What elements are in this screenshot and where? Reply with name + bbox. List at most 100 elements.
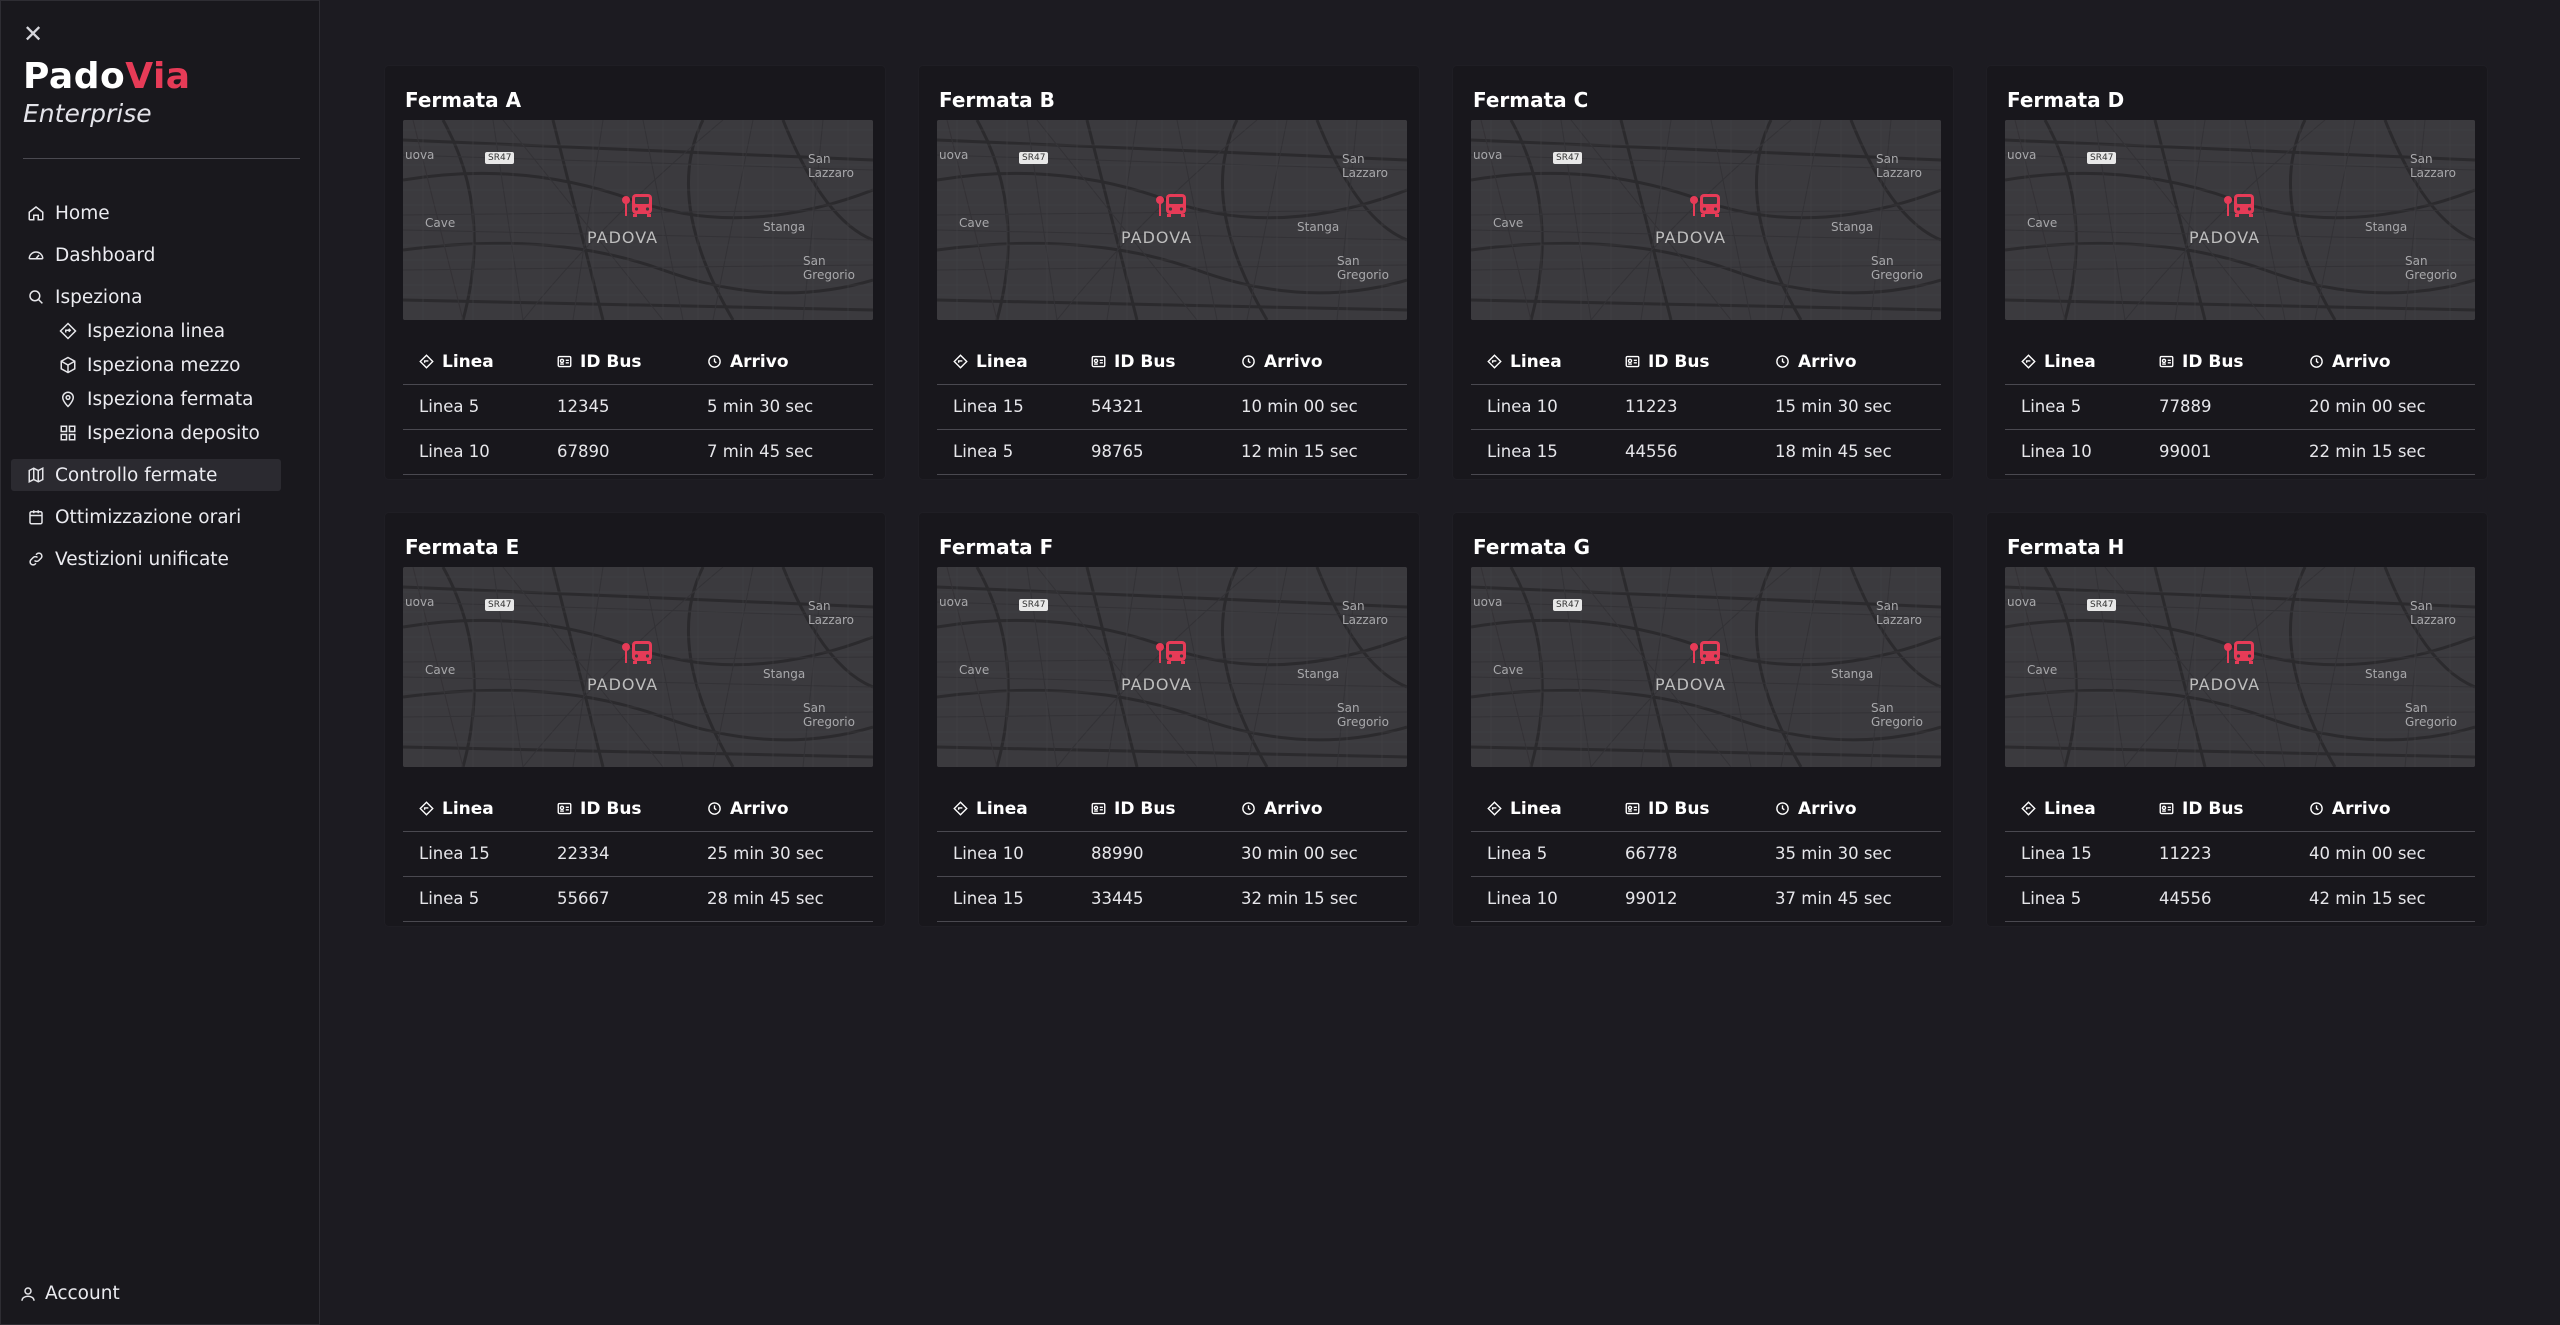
- cell-linea: Linea 5: [403, 384, 541, 430]
- sidebar-item-ispeziona-deposito[interactable]: Ispeziona deposito: [11, 417, 281, 449]
- cell-arrivo: 18 min 45 sec: [1759, 429, 1941, 475]
- sidebar-item-label: Ispeziona mezzo: [87, 354, 241, 376]
- stop-card: Fermata H uova SR47 Cave PADOVA Stanga S…: [1987, 513, 2487, 926]
- sidebar-item-vestizioni-unificate[interactable]: Vestizioni unificate: [11, 543, 281, 575]
- table-row: Linea 10 67890 7 min 45 sec: [403, 429, 873, 475]
- column-header-id-bus: ID Bus: [1075, 340, 1225, 385]
- table-header-row: Linea ID Bus Arrivo: [2005, 340, 2475, 385]
- cell-id-bus: 11223: [2143, 831, 2293, 877]
- close-icon[interactable]: ✕: [23, 22, 45, 46]
- sidebar-item-ispeziona-mezzo[interactable]: Ispeziona mezzo: [11, 349, 281, 381]
- column-header-id-bus: ID Bus: [1609, 340, 1759, 385]
- map-label-san-lazzaro: San Lazzaro: [808, 152, 855, 180]
- sidebar-item-ispeziona[interactable]: Ispeziona: [11, 281, 281, 313]
- clock-icon: [707, 801, 722, 816]
- column-header-label: Linea: [2044, 798, 2096, 819]
- map-label-san-gregorio: San Gregorio: [2405, 254, 2457, 282]
- sidebar-item-home[interactable]: Home: [11, 197, 281, 229]
- sidebar-item-controllo-fermate[interactable]: Controllo fermate: [11, 459, 281, 491]
- id-card-icon: [1625, 354, 1640, 369]
- column-header-id-bus: ID Bus: [2143, 787, 2293, 832]
- column-header-label: Linea: [442, 351, 494, 372]
- stop-card-title: Fermata B: [939, 88, 1055, 112]
- cell-id-bus: 44556: [1609, 429, 1759, 475]
- map-label-cave: Cave: [959, 663, 990, 677]
- cell-arrivo: 42 min 15 sec: [2293, 876, 2475, 922]
- table-row: Linea 10 99012 37 min 45 sec: [1471, 876, 1941, 922]
- map-road-sr47: SR47: [1019, 152, 1049, 164]
- map-label-stanga: Stanga: [1831, 667, 1874, 681]
- cell-arrivo: 37 min 45 sec: [1759, 876, 1941, 922]
- map-city-label: PADOVA: [587, 228, 659, 247]
- bus-stop-icon[interactable]: [1155, 639, 1189, 665]
- sidebar-item-dashboard[interactable]: Dashboard: [11, 239, 281, 271]
- stop-map[interactable]: uova SR47 Cave PADOVA Stanga San Lazzaro…: [1471, 567, 1941, 767]
- id-card-icon: [1091, 354, 1106, 369]
- table-header-row: Linea ID Bus Arrivo: [1471, 787, 1941, 832]
- stops-grid: Fermata A uova SR47 Cave PADOVA Stanga S…: [385, 66, 2495, 926]
- cell-linea: Linea 5: [2005, 876, 2143, 922]
- cell-id-bus: 11223: [1609, 384, 1759, 430]
- table-row: Linea 5 66778 35 min 30 sec: [1471, 831, 1941, 877]
- sidebar-item-label: Dashboard: [55, 244, 156, 266]
- stop-card: Fermata D uova SR47 Cave PADOVA Stanga S…: [1987, 66, 2487, 479]
- bus-stop-icon[interactable]: [2223, 639, 2257, 665]
- stop-map[interactable]: uova SR47 Cave PADOVA Stanga San Lazzaro…: [403, 567, 873, 767]
- cell-arrivo: 15 min 30 sec: [1759, 384, 1941, 430]
- stop-map[interactable]: uova SR47 Cave PADOVA Stanga San Lazzaro…: [403, 120, 873, 320]
- map-label-san-lazzaro: San Lazzaro: [2410, 152, 2457, 180]
- stop-card-title: Fermata H: [2007, 535, 2125, 559]
- column-header-linea: Linea: [937, 787, 1075, 832]
- cell-id-bus: 67890: [541, 429, 691, 475]
- id-card-icon: [2159, 801, 2174, 816]
- column-header-arrivo: Arrivo: [1759, 787, 1941, 832]
- cell-arrivo: 12 min 15 sec: [1225, 429, 1407, 475]
- map-label-cave: Cave: [2027, 663, 2058, 677]
- stop-map[interactable]: uova SR47 Cave PADOVA Stanga San Lazzaro…: [2005, 567, 2475, 767]
- map-label-san-lazzaro: San Lazzaro: [808, 599, 855, 627]
- table-row: Linea 10 11223 15 min 30 sec: [1471, 384, 1941, 430]
- cell-linea: Linea 15: [1471, 429, 1609, 475]
- map-label-nuova: uova: [2007, 595, 2037, 609]
- id-card-icon: [557, 801, 572, 816]
- column-header-linea: Linea: [403, 787, 541, 832]
- stop-map[interactable]: uova SR47 Cave PADOVA Stanga San Lazzaro…: [1471, 120, 1941, 320]
- bus-stop-icon[interactable]: [2223, 192, 2257, 218]
- stop-map[interactable]: uova SR47 Cave PADOVA Stanga San Lazzaro…: [2005, 120, 2475, 320]
- sidebar-item-ottimizzazione-orari[interactable]: Ottimizzazione orari: [11, 501, 281, 533]
- map-label-cave: Cave: [959, 216, 990, 230]
- arrivals-table: Linea ID Bus Arrivo Linea 15 22334 25 min …: [403, 787, 873, 922]
- sidebar-item-ispeziona-fermata[interactable]: Ispeziona fermata: [11, 383, 281, 415]
- id-card-icon: [1091, 801, 1106, 816]
- cell-arrivo: 32 min 15 sec: [1225, 876, 1407, 922]
- table-row: Linea 15 11223 40 min 00 sec: [2005, 831, 2475, 877]
- column-header-label: Linea: [442, 798, 494, 819]
- bus-stop-icon[interactable]: [1689, 192, 1723, 218]
- map-label-cave: Cave: [1493, 663, 1524, 677]
- route-icon: [953, 801, 968, 816]
- column-header-linea: Linea: [2005, 340, 2143, 385]
- clock-icon: [707, 354, 722, 369]
- map-city-label: PADOVA: [1655, 228, 1727, 247]
- bus-stop-icon[interactable]: [621, 192, 655, 218]
- map-city-label: PADOVA: [587, 675, 659, 694]
- stop-card-title: Fermata D: [2007, 88, 2125, 112]
- bus-stop-icon[interactable]: [1155, 192, 1189, 218]
- search-icon: [27, 288, 45, 306]
- grid-icon: [59, 424, 77, 442]
- route-icon: [1487, 354, 1502, 369]
- map-label-san-gregorio: San Gregorio: [2405, 701, 2457, 729]
- stop-map[interactable]: uova SR47 Cave PADOVA Stanga San Lazzaro…: [937, 567, 1407, 767]
- sidebar: ✕ PadoVia Enterprise Home Dashboard Ispe…: [0, 0, 320, 1325]
- cell-id-bus: 66778: [1609, 831, 1759, 877]
- column-header-label: Linea: [2044, 351, 2096, 372]
- stop-map[interactable]: uova SR47 Cave PADOVA Stanga San Lazzaro…: [937, 120, 1407, 320]
- account-button[interactable]: Account: [19, 1283, 120, 1304]
- cell-id-bus: 55667: [541, 876, 691, 922]
- sidebar-item-ispeziona-linea[interactable]: Ispeziona linea: [11, 315, 281, 347]
- bus-stop-icon[interactable]: [1689, 639, 1723, 665]
- map-label-nuova: uova: [1473, 595, 1503, 609]
- bus-stop-icon[interactable]: [621, 639, 655, 665]
- map-label-san-gregorio: San Gregorio: [1337, 701, 1389, 729]
- map-label-san-lazzaro: San Lazzaro: [1876, 152, 1923, 180]
